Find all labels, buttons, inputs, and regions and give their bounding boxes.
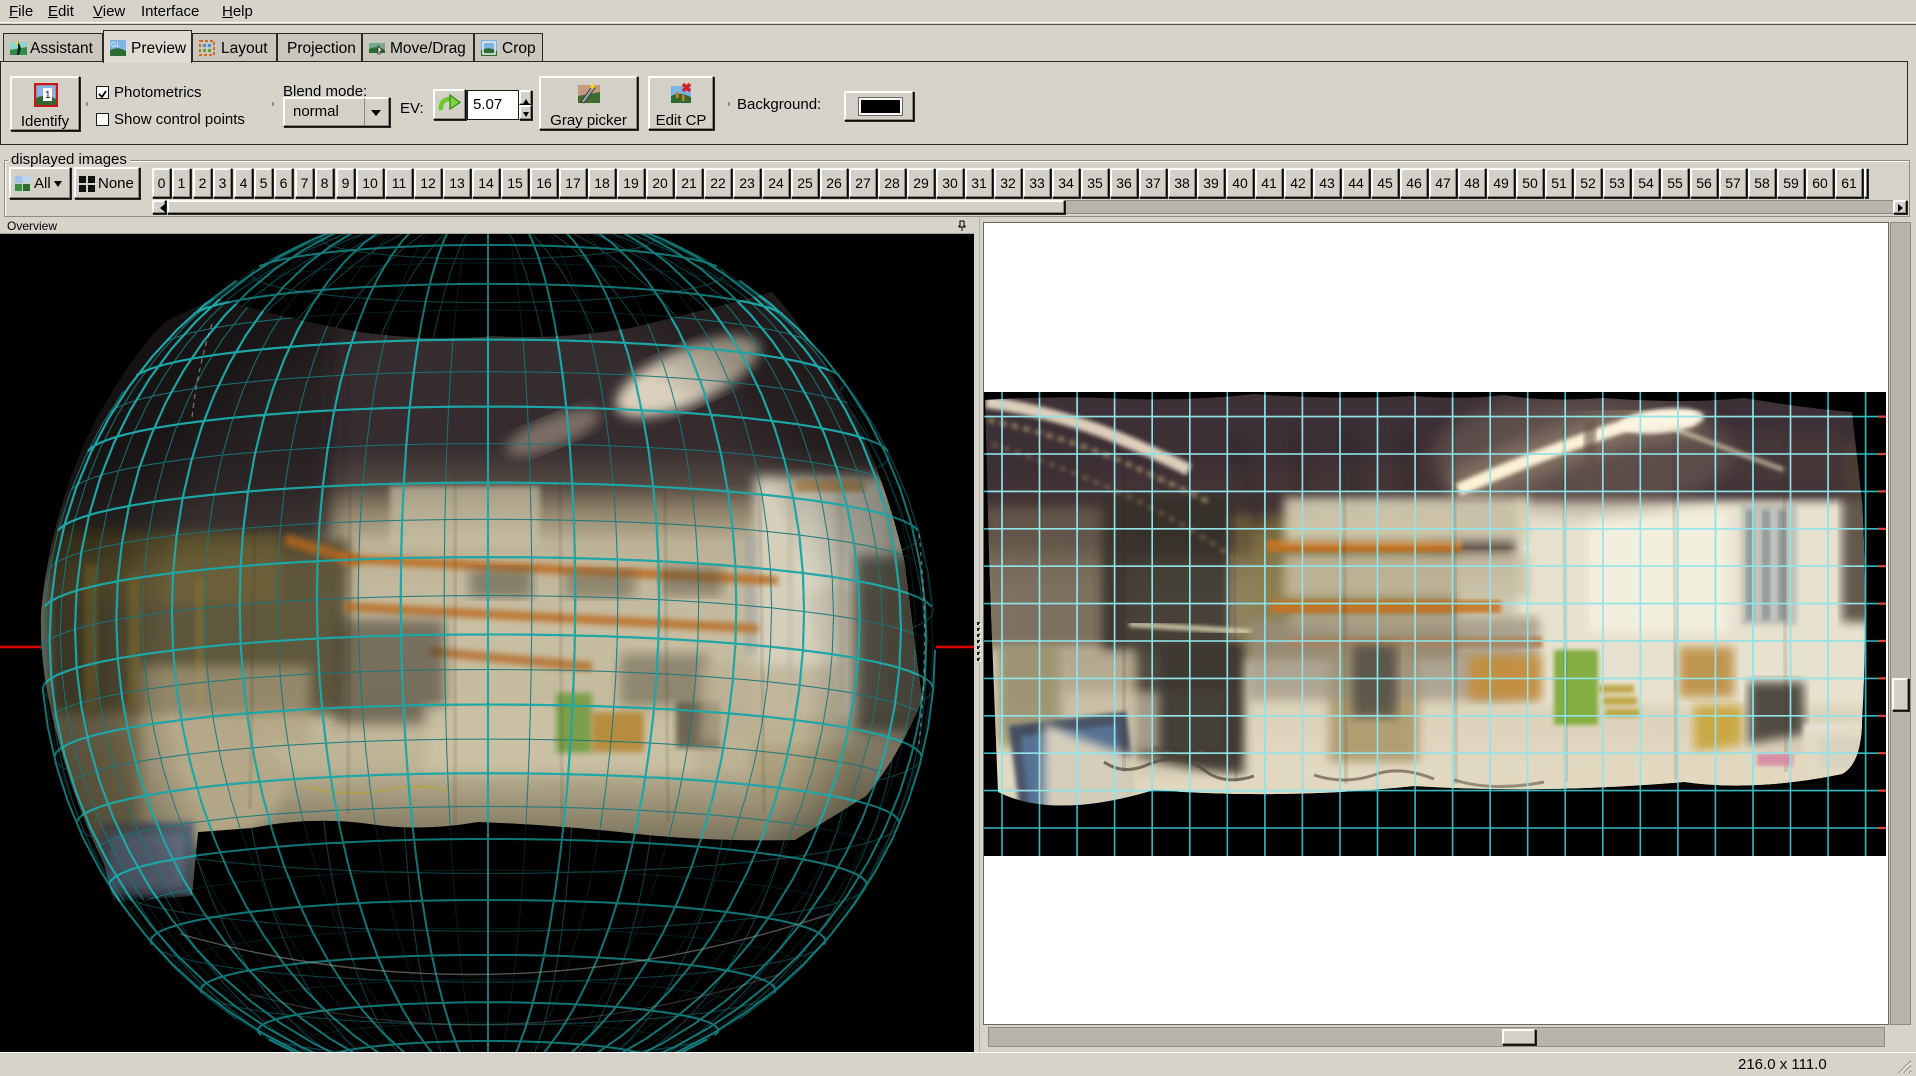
svg-text:GL: GL bbox=[111, 42, 120, 49]
svg-text:1: 1 bbox=[45, 90, 51, 101]
